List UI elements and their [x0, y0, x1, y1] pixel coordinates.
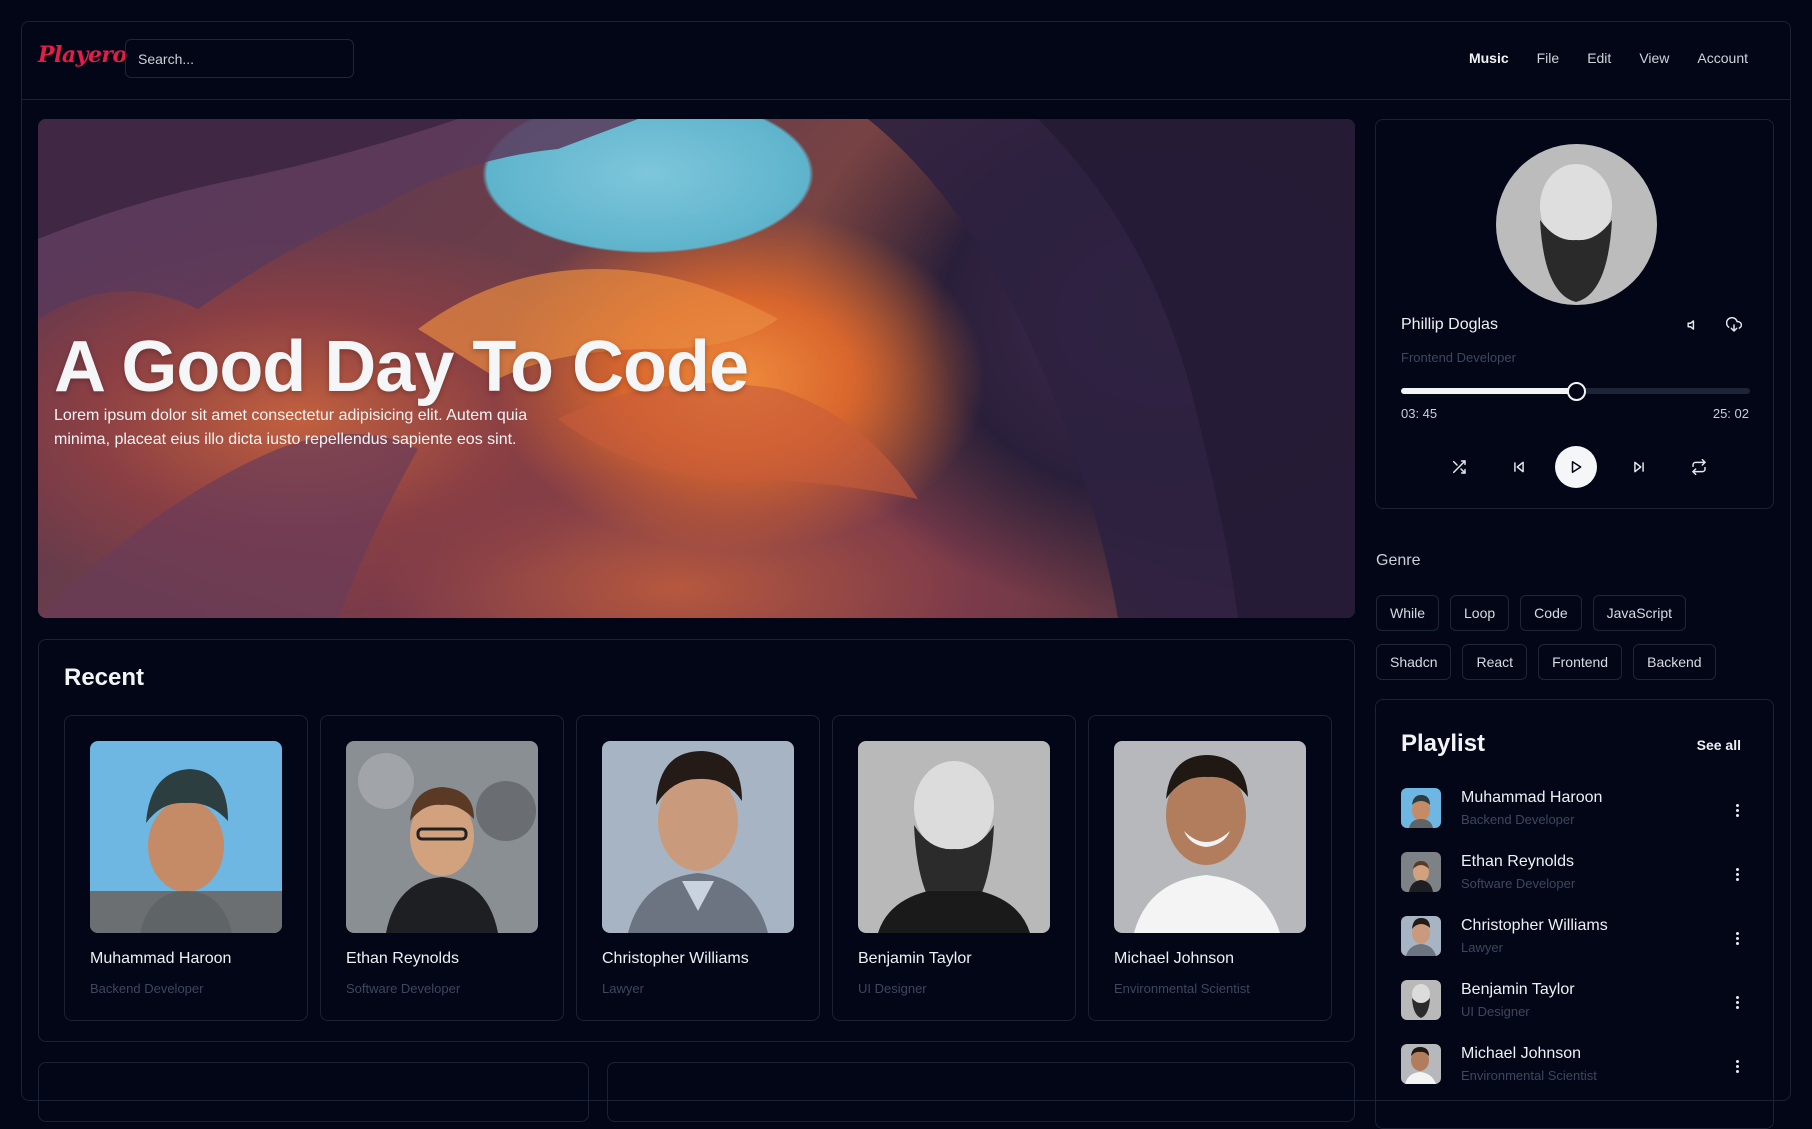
playlist-item-role: Backend Developer	[1461, 812, 1575, 827]
download-cloud-icon[interactable]	[1722, 313, 1746, 337]
repeat-icon[interactable]	[1687, 455, 1711, 479]
hero-banner: A Good Day To Code Lorem ipsum dolor sit…	[38, 119, 1355, 618]
recent-card[interactable]: Christopher Williams Lawyer	[576, 715, 820, 1021]
more-options-icon[interactable]	[1729, 992, 1745, 1012]
playlist-item[interactable]: Muhammad Haroon Backend Developer	[1401, 788, 1751, 852]
avatar	[602, 741, 794, 933]
avatar	[346, 741, 538, 933]
more-options-icon[interactable]	[1729, 864, 1745, 884]
menu-file[interactable]: File	[1523, 50, 1574, 66]
menu-edit[interactable]: Edit	[1573, 50, 1625, 66]
menu-music[interactable]: Music	[1455, 50, 1523, 66]
playlist-item-name: Muhammad Haroon	[1461, 789, 1603, 806]
search-input[interactable]	[125, 39, 354, 78]
app-logo[interactable]: Playero	[38, 42, 127, 68]
recent-card-name: Ethan Reynolds	[346, 950, 459, 967]
genre-chip[interactable]: Backend	[1633, 644, 1716, 680]
progress-slider[interactable]	[1401, 382, 1750, 401]
playlist-item-role: Software Developer	[1461, 876, 1576, 891]
avatar	[858, 741, 1050, 933]
skip-back-icon[interactable]	[1507, 455, 1531, 479]
recent-card[interactable]: Michael Johnson Environmental Scientist	[1088, 715, 1332, 1021]
recent-card[interactable]: Benjamin Taylor UI Designer	[832, 715, 1076, 1021]
avatar	[1114, 741, 1306, 933]
genre-title: Genre	[1376, 552, 1421, 569]
playlist-panel: Playlist See all Muhammad Haroon Backend…	[1375, 699, 1774, 1129]
genre-chips: While Loop Code JavaScript Shadcn React …	[1376, 595, 1776, 693]
play-icon	[1571, 460, 1582, 474]
play-button[interactable]	[1555, 446, 1597, 488]
recent-card-name: Michael Johnson	[1114, 950, 1235, 967]
recent-title: Recent	[64, 664, 145, 691]
player-controls	[1376, 446, 1773, 488]
total-time: 25: 02	[1712, 406, 1749, 421]
player-track-artist: Phillip Doglas	[1401, 316, 1498, 333]
playlist-item-role: Environmental Scientist	[1461, 1068, 1597, 1083]
playlist-item[interactable]: Michael Johnson Environmental Scientist	[1401, 1044, 1751, 1108]
see-all-link[interactable]: See all	[1697, 737, 1741, 753]
playlist-item[interactable]: Christopher Williams Lawyer	[1401, 916, 1751, 980]
more-options-icon[interactable]	[1729, 1056, 1745, 1076]
player-avatar	[1496, 144, 1657, 305]
music-player: Phillip Doglas Frontend Developer 03: 45…	[1375, 119, 1774, 509]
avatar	[1401, 788, 1441, 828]
menu-bar: Music File Edit View Account	[1455, 50, 1762, 66]
avatar	[1401, 980, 1441, 1020]
genre-chip[interactable]: Shadcn	[1376, 644, 1452, 680]
recent-card-name: Benjamin Taylor	[858, 950, 972, 967]
playlist-item-role: Lawyer	[1461, 940, 1503, 955]
shuffle-icon[interactable]	[1447, 455, 1471, 479]
top-bar: Playero Music File Edit View Account	[22, 22, 1790, 100]
skip-forward-icon[interactable]	[1627, 455, 1651, 479]
more-options-icon[interactable]	[1729, 928, 1745, 948]
menu-account[interactable]: Account	[1683, 50, 1762, 66]
hero-title: A Good Day To Code	[54, 327, 749, 407]
recent-card[interactable]: Muhammad Haroon Backend Developer	[64, 715, 308, 1021]
playlist-item-name: Michael Johnson	[1461, 1045, 1582, 1062]
recent-card-role: Backend Developer	[90, 981, 204, 996]
recent-card-role: Lawyer	[602, 981, 644, 996]
recent-card-name: Muhammad Haroon	[90, 950, 232, 967]
playlist-item-name: Benjamin Taylor	[1461, 981, 1575, 998]
avatar	[1401, 916, 1441, 956]
genre-chip[interactable]: While	[1376, 595, 1440, 631]
recent-section: Recent Muhammad Haroon Backend Developer…	[38, 639, 1355, 1042]
recent-card-role: UI Designer	[858, 981, 927, 996]
recent-card-role: Environmental Scientist	[1114, 981, 1250, 996]
genre-chip[interactable]: Code	[1520, 595, 1582, 631]
more-options-icon[interactable]	[1729, 800, 1745, 820]
app-frame: Playero Music File Edit View Account A G…	[21, 21, 1791, 1129]
playlist-item[interactable]: Ethan Reynolds Software Developer	[1401, 852, 1751, 916]
genre-chip[interactable]: JavaScript	[1592, 595, 1686, 631]
playlist-title: Playlist	[1401, 730, 1486, 757]
current-time: 03: 45	[1401, 406, 1438, 421]
recent-card[interactable]: Ethan Reynolds Software Developer	[320, 715, 564, 1021]
recent-card-role: Software Developer	[346, 981, 461, 996]
progress-fill	[1401, 388, 1576, 394]
hero-description: Lorem ipsum dolor sit amet consectetur a…	[54, 407, 528, 448]
player-track-role: Frontend Developer	[1401, 350, 1516, 365]
playlist-item[interactable]: Benjamin Taylor UI Designer	[1401, 980, 1751, 1044]
progress-handle[interactable]	[1566, 382, 1586, 401]
genre-chip[interactable]: Frontend	[1538, 644, 1623, 680]
menu-view[interactable]: View	[1625, 50, 1683, 66]
playlist-item-name: Christopher Williams	[1461, 917, 1608, 934]
bottom-card-left	[38, 1062, 589, 1122]
avatar	[1401, 1044, 1441, 1084]
genre-chip[interactable]: Loop	[1450, 595, 1510, 631]
bottom-card-right	[607, 1062, 1355, 1122]
playlist-item-role: UI Designer	[1461, 1004, 1530, 1019]
genre-chip[interactable]: React	[1462, 644, 1528, 680]
avatar	[90, 741, 282, 933]
avatar	[1401, 852, 1441, 892]
playlist-item-name: Ethan Reynolds	[1461, 853, 1574, 870]
volume-icon[interactable]	[1682, 313, 1706, 337]
recent-card-name: Christopher Williams	[602, 950, 749, 967]
